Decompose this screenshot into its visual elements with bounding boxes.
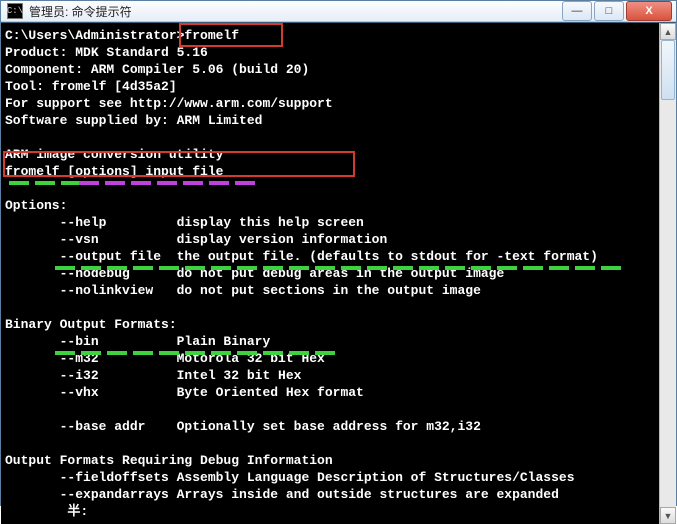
console-line: C:\Users\Administrator>fromelf [5,27,657,44]
console-line: Tool: fromelf [4d35a2] [5,78,657,95]
console-line [5,129,657,146]
console-line: --help display this help screen [5,214,657,231]
scroll-thumb[interactable] [661,40,675,100]
console-line: Product: MDK Standard 5.16 [5,44,657,61]
console-line: Binary Output Formats: [5,316,657,333]
console-line: --bin Plain Binary [5,333,657,350]
app-icon-label: C:\ [7,6,23,16]
console-line: --m32 Motorola 32 bit Hex [5,350,657,367]
scroll-down-button[interactable]: ▼ [660,507,676,524]
console-line: Options: [5,197,657,214]
console-line: --vsn display version information [5,231,657,248]
console-line [5,401,657,418]
console-line: --fieldoffsets Assembly Language Descrip… [5,469,657,486]
console-line: --nolinkview do not put sections in the … [5,282,657,299]
vertical-scrollbar[interactable]: ▲ ▼ [659,23,676,524]
console-line [5,299,657,316]
console-line: fromelf [options] input_file [5,163,657,180]
console-line: Component: ARM Compiler 5.06 (build 20) [5,61,657,78]
console-line: --output file the output file. (defaults… [5,248,657,265]
titlebar[interactable]: C:\ 管理员: 命令提示符 — □ X [1,1,676,22]
console-line: ARM image conversion utility [5,146,657,163]
maximize-button[interactable]: □ [594,1,624,21]
close-button[interactable]: X [626,1,672,21]
console-line [5,180,657,197]
minimize-button[interactable]: — [562,1,592,21]
app-window: C:\ 管理员: 命令提示符 — □ X C:\Users\Administra… [0,0,677,506]
console-line: --nodebug do not put debug areas in the … [5,265,657,282]
console-line: --vhx Byte Oriented Hex format [5,384,657,401]
client-area: C:\Users\Administrator>fromelfProduct: M… [1,22,676,524]
scroll-track[interactable] [660,40,676,507]
console-line: Output Formats Requiring Debug Informati… [5,452,657,469]
app-icon: C:\ [7,3,23,19]
scroll-up-button[interactable]: ▲ [660,23,676,40]
window-title: 管理员: 命令提示符 [29,3,562,20]
console-line [5,435,657,452]
console-line: --expandarrays Arrays inside and outside… [5,486,657,503]
window-controls: — □ X [562,1,672,21]
console-line: Software supplied by: ARM Limited [5,112,657,129]
console-output[interactable]: C:\Users\Administrator>fromelfProduct: M… [1,23,659,524]
console-line: --i32 Intel 32 bit Hex [5,367,657,384]
console-line: --base addr Optionally set base address … [5,418,657,435]
console-line: For support see http://www.arm.com/suppo… [5,95,657,112]
